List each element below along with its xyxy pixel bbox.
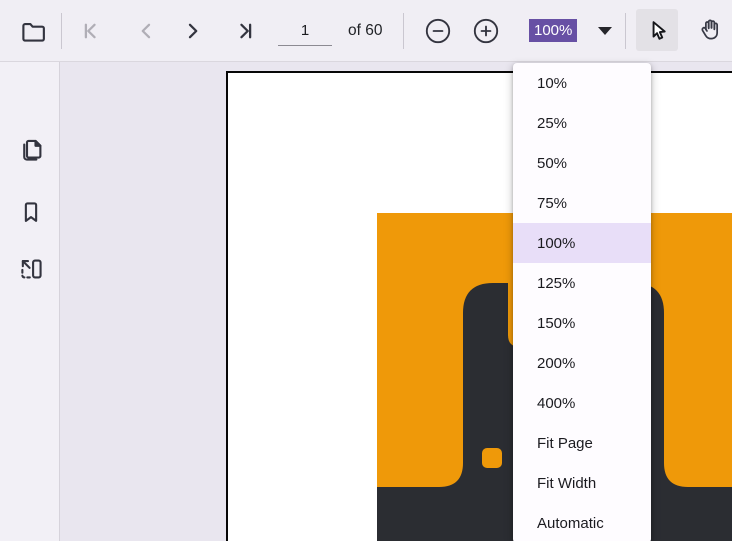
zoom-menu-item-label: 125% [537,275,575,292]
zoom-menu-item[interactable]: 400% [513,383,651,423]
zoom-menu-item[interactable]: 200% [513,343,651,383]
sidebar-item-bookmarks[interactable] [12,193,50,231]
zoom-menu-item[interactable]: Automatic [513,503,651,541]
bookmark-icon [17,198,45,226]
toolbar-divider [403,13,404,49]
zoom-in-button[interactable] [471,16,501,46]
zoom-menu-item[interactable]: Fit Width [513,463,651,503]
select-tool-button[interactable] [636,9,678,51]
zoom-menu-item-label: 200% [537,355,575,372]
zoom-menu-item[interactable]: 100% [513,223,651,263]
page-number-input[interactable] [278,16,332,46]
pdf-page [226,71,732,541]
last-page-button[interactable] [230,17,262,45]
zoom-menu-item[interactable]: 25% [513,103,651,143]
page-count-label: of 60 [348,0,382,62]
zoom-menu-item[interactable]: 10% [513,63,651,103]
zoom-menu-item-label: Fit Width [537,475,596,492]
open-file-button[interactable] [14,13,50,49]
zoom-menu-item-label: 10% [537,75,567,92]
folder-icon [19,18,46,45]
chevron-right-icon [180,18,206,44]
toolbar-divider [625,13,626,49]
pdf-viewer-app: of 60 100% [0,0,732,541]
zoom-menu-item-label: 150% [537,315,575,332]
zoom-menu: 10% 25% 50% 75% 100% 125% 150% 200% 400%… [513,63,651,541]
caret-down-icon [598,27,612,35]
zoom-menu-item-label: Automatic [537,515,604,532]
zoom-menu-item[interactable]: Fit Page [513,423,651,463]
collapse-panel-icon [17,255,45,283]
pan-tool-button[interactable] [689,9,731,51]
zoom-menu-item-label: Fit Page [537,435,593,452]
zoom-level-field[interactable]: 100% [529,16,577,44]
zoom-menu-item[interactable]: 125% [513,263,651,303]
previous-page-button[interactable] [132,17,160,45]
sidebar-item-collapse-panel[interactable] [12,250,50,288]
zoom-menu-item[interactable]: 50% [513,143,651,183]
zoom-menu-item-label: 400% [537,395,575,412]
zoom-menu-item-label: 75% [537,195,567,212]
toolbar: of 60 100% [0,0,732,62]
zoom-dropdown-button[interactable] [590,15,620,47]
plus-circle-icon [472,17,500,45]
chevron-left-icon [133,18,159,44]
last-page-icon [233,18,259,44]
zoom-menu-item-label: 50% [537,155,567,172]
zoom-menu-item[interactable]: 150% [513,303,651,343]
hand-icon [697,17,723,43]
zoom-menu-item-label: 100% [537,235,575,252]
zoom-level-value: 100% [529,19,577,42]
cursor-arrow-icon [644,17,671,44]
pages-icon [16,135,46,165]
sidebar [0,62,60,541]
sidebar-item-pages[interactable] [12,131,50,169]
zoom-menu-item-label: 25% [537,115,567,132]
first-page-icon [77,18,103,44]
zoom-out-button[interactable] [423,16,453,46]
next-page-button[interactable] [179,17,207,45]
minus-circle-icon [424,17,452,45]
first-page-button[interactable] [74,17,106,45]
zoom-menu-item[interactable]: 75% [513,183,651,223]
toolbar-divider [61,13,62,49]
